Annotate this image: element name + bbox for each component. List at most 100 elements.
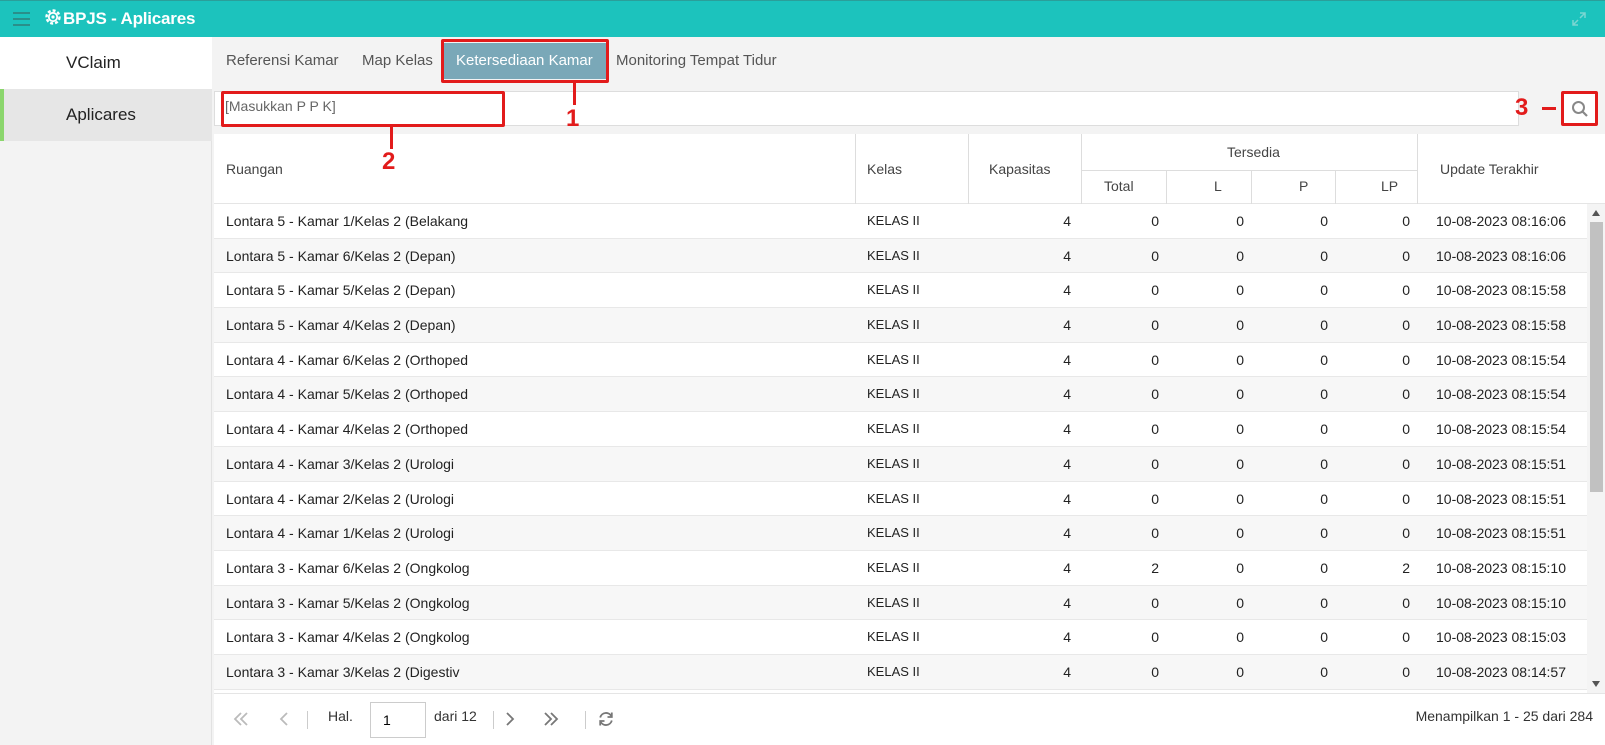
cell-l: 0 bbox=[1236, 455, 1244, 472]
cell-l: 0 bbox=[1236, 594, 1244, 611]
table-scrollbar[interactable] bbox=[1587, 204, 1605, 693]
cell-ruangan: Lontara 3 - Kamar 6/Kelas 2 (Ongkolog bbox=[226, 559, 470, 576]
cell-p: 0 bbox=[1320, 594, 1328, 611]
cell-l: 0 bbox=[1236, 247, 1244, 264]
cell-total: 0 bbox=[1151, 594, 1159, 611]
table-row[interactable]: Lontara 4 - Kamar 5/Kelas 2 (Orthoped KEL… bbox=[214, 377, 1587, 413]
table-row[interactable]: Lontara 3 - Kamar 5/Kelas 2 (Ongkolog KEL… bbox=[214, 585, 1587, 621]
app-title: BPJS - Aplicares bbox=[63, 9, 196, 28]
cell-kelas: KELAS II bbox=[867, 594, 920, 610]
cell-l: 0 bbox=[1236, 386, 1244, 403]
cell-kelas: KELAS II bbox=[867, 559, 920, 575]
first-page-icon[interactable] bbox=[232, 711, 250, 727]
cell-lp: 0 bbox=[1402, 282, 1410, 299]
next-page-icon[interactable] bbox=[504, 711, 516, 727]
cell-kelas: KELAS II bbox=[867, 213, 920, 228]
cell-total: 0 bbox=[1151, 247, 1159, 264]
scroll-up-arrow[interactable] bbox=[1592, 210, 1600, 216]
cell-update-terakhir: 10-08-2023 08:15:51 bbox=[1436, 490, 1566, 507]
table-row[interactable]: Lontara 5 - Kamar 5/Kelas 2 (Depan) KELAS… bbox=[214, 273, 1587, 309]
cell-update-terakhir: 10-08-2023 08:15:10 bbox=[1436, 594, 1566, 611]
cell-kelas: KELAS II bbox=[867, 282, 920, 298]
cell-p: 0 bbox=[1320, 351, 1328, 368]
header-tersedia: Tersedia bbox=[1227, 144, 1280, 160]
cell-p: 0 bbox=[1320, 247, 1328, 264]
expand-icon[interactable] bbox=[1571, 11, 1587, 27]
cell-update-terakhir: 10-08-2023 08:15:54 bbox=[1436, 386, 1566, 403]
record-summary: Menampilkan 1 - 25 dari 284 bbox=[1415, 708, 1593, 724]
cell-l: 0 bbox=[1236, 282, 1244, 299]
scroll-down-arrow[interactable] bbox=[1592, 681, 1600, 687]
table-row[interactable]: Lontara 4 - Kamar 3/Kelas 2 (Urologi KELA… bbox=[214, 446, 1587, 482]
cell-total: 0 bbox=[1151, 386, 1159, 403]
header-total[interactable]: Total bbox=[1104, 178, 1134, 194]
cell-p: 0 bbox=[1320, 663, 1328, 680]
page-number-input[interactable] bbox=[370, 702, 426, 738]
table-row[interactable]: Lontara 3 - Kamar 4/Kelas 2 (Ongkolog KEL… bbox=[214, 620, 1587, 655]
cell-update-terakhir: 10-08-2023 08:16:06 bbox=[1436, 247, 1566, 264]
cell-total: 2 bbox=[1151, 559, 1159, 576]
table-header: Ruangan Kelas Kapasitas Tersedia Total L… bbox=[214, 134, 1605, 204]
cell-update-terakhir: 10-08-2023 08:15:58 bbox=[1436, 317, 1566, 334]
table-row[interactable]: Lontara 5 - Kamar 1/Kelas 2 (Belakang KEL… bbox=[214, 204, 1587, 239]
table-row[interactable]: Lontara 4 - Kamar 1/Kelas 2 (Urologi KELA… bbox=[214, 516, 1587, 551]
cell-kapasitas: 4 bbox=[1063, 213, 1071, 229]
gear-logo-icon bbox=[45, 9, 61, 25]
cell-lp: 0 bbox=[1402, 317, 1410, 334]
sidebar-item-vclaim[interactable]: VClaim bbox=[0, 37, 212, 89]
sidebar-item-aplicares[interactable]: Aplicares bbox=[0, 89, 212, 141]
menu-icon[interactable] bbox=[13, 12, 30, 26]
callout-line-2 bbox=[390, 127, 393, 149]
cell-ruangan: Lontara 5 - Kamar 6/Kelas 2 (Depan) bbox=[226, 247, 456, 264]
header-update-terakhir[interactable]: Update Terakhir bbox=[1440, 161, 1539, 177]
header-p[interactable]: P bbox=[1299, 178, 1308, 194]
table-row[interactable]: Lontara 4 - Kamar 4/Kelas 2 (Orthoped KEL… bbox=[214, 412, 1587, 447]
cell-total: 0 bbox=[1151, 490, 1159, 507]
cell-p: 0 bbox=[1320, 455, 1328, 472]
cell-l: 0 bbox=[1236, 663, 1244, 680]
cell-kapasitas: 4 bbox=[1063, 351, 1071, 368]
header-l[interactable]: L bbox=[1214, 178, 1222, 194]
cell-l: 0 bbox=[1236, 629, 1244, 646]
cell-ruangan: Lontara 5 - Kamar 1/Kelas 2 (Belakang bbox=[226, 213, 469, 229]
tab-referensi-kamar[interactable]: Referensi Kamar bbox=[226, 48, 339, 74]
table-row[interactable]: Lontara 5 - Kamar 6/Kelas 2 (Depan) KELAS… bbox=[214, 238, 1587, 274]
table-row[interactable]: Lontara 4 - Kamar 2/Kelas 2 (Urologi KELA… bbox=[214, 482, 1587, 517]
cell-kelas: KELAS II bbox=[867, 421, 920, 437]
prev-page-icon[interactable] bbox=[278, 711, 290, 727]
cell-l: 0 bbox=[1236, 421, 1244, 438]
callout-line-3 bbox=[1542, 107, 1556, 110]
refresh-icon[interactable] bbox=[597, 710, 615, 728]
header-kelas[interactable]: Kelas bbox=[867, 161, 902, 177]
cell-update-terakhir: 10-08-2023 08:15:10 bbox=[1436, 559, 1566, 576]
cell-ruangan: Lontara 3 - Kamar 3/Kelas 2 (Digestiv bbox=[226, 663, 460, 680]
sidebar: VClaim Aplicares bbox=[0, 37, 212, 745]
last-page-icon[interactable] bbox=[542, 711, 560, 727]
cell-kelas: KELAS II bbox=[867, 629, 920, 645]
cell-p: 0 bbox=[1320, 525, 1328, 542]
tab-map-kelas[interactable]: Map Kelas bbox=[362, 48, 433, 74]
header-kapasitas[interactable]: Kapasitas bbox=[989, 161, 1050, 177]
cell-ruangan: Lontara 4 - Kamar 6/Kelas 2 (Orthoped bbox=[226, 351, 469, 368]
cell-update-terakhir: 10-08-2023 08:15:51 bbox=[1436, 525, 1566, 542]
table-row[interactable]: Lontara 3 - Kamar 6/Kelas 2 (Ongkolog KEL… bbox=[214, 551, 1587, 586]
cell-kapasitas: 4 bbox=[1063, 490, 1071, 507]
cell-update-terakhir: 10-08-2023 08:16:06 bbox=[1436, 213, 1566, 229]
highlight-box-3 bbox=[1561, 91, 1598, 126]
header-lp[interactable]: LP bbox=[1381, 178, 1398, 194]
page-count: dari 12 bbox=[434, 708, 477, 724]
cell-l: 0 bbox=[1236, 351, 1244, 368]
cell-total: 0 bbox=[1151, 455, 1159, 472]
tab-monitoring-tempat-tidur[interactable]: Monitoring Tempat Tidur bbox=[616, 48, 777, 74]
cell-total: 0 bbox=[1151, 213, 1159, 229]
callout-number-1: 1 bbox=[566, 105, 580, 132]
header-ruangan[interactable]: Ruangan bbox=[226, 161, 283, 177]
cell-lp: 0 bbox=[1402, 247, 1410, 264]
scroll-thumb[interactable] bbox=[1590, 222, 1603, 492]
cell-kapasitas: 4 bbox=[1063, 247, 1071, 264]
cell-kelas: KELAS II bbox=[867, 247, 920, 263]
table-row[interactable]: Lontara 4 - Kamar 6/Kelas 2 (Orthoped KEL… bbox=[214, 343, 1587, 378]
table-row[interactable]: Lontara 3 - Kamar 3/Kelas 2 (Digestiv KEL… bbox=[214, 654, 1587, 690]
table-row[interactable]: Lontara 5 - Kamar 4/Kelas 2 (Depan) KELAS… bbox=[214, 308, 1587, 343]
cell-lp: 0 bbox=[1402, 213, 1410, 229]
